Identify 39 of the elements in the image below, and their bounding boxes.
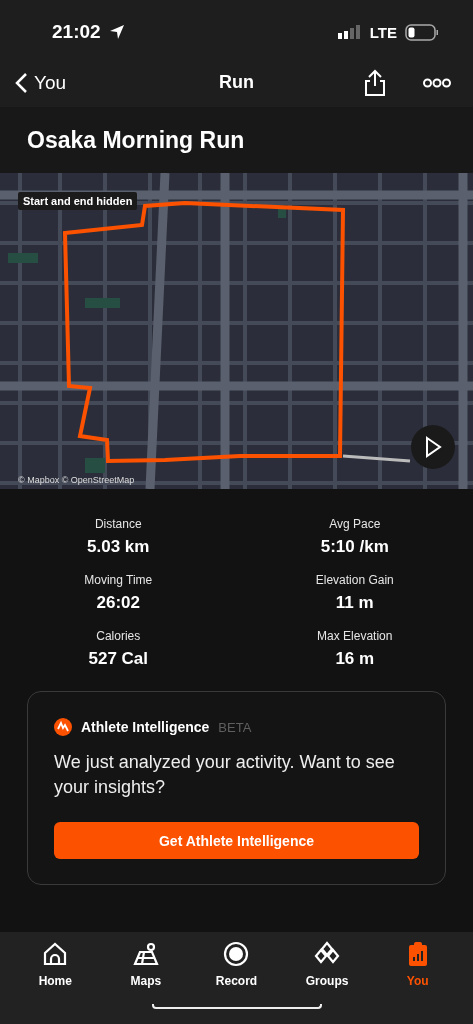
stat-value: 26:02 <box>96 593 140 613</box>
tab-item[interactable]: Record <box>196 940 277 988</box>
stat-label: Calories <box>96 629 141 643</box>
stat-label: Moving Time <box>84 573 153 587</box>
tab-item[interactable]: You <box>377 940 458 988</box>
share-icon <box>363 68 387 97</box>
more-icon <box>423 77 451 88</box>
tab-item[interactable]: Groups <box>287 940 368 988</box>
stat-value: 527 Cal <box>88 649 148 669</box>
activity-title: Osaka Morning Run <box>27 126 245 154</box>
beta-tag: BETA <box>218 719 252 735</box>
play-icon <box>424 436 442 458</box>
share-button[interactable] <box>363 68 387 97</box>
map-icon <box>131 940 160 968</box>
logo-icon <box>54 718 72 736</box>
map-attribution: © Mapbox © OpenStreetMap <box>18 475 135 485</box>
record-icon <box>222 940 251 968</box>
stat-value: 16 m <box>335 649 375 669</box>
stat-label: Avg Pace <box>329 517 381 531</box>
more-button[interactable] <box>423 77 451 88</box>
stat-value: 5.03 km <box>87 537 150 557</box>
card-title: Athlete Intelligence <box>81 719 210 735</box>
chevron-left-icon <box>14 71 28 94</box>
stat-value: 11 m <box>335 593 374 613</box>
location-arrow-icon <box>108 24 125 40</box>
stat-label: Elevation Gain <box>315 573 394 587</box>
screen-title: Run <box>219 72 254 93</box>
back-button[interactable]: You <box>14 71 67 94</box>
stat-label: Max Elevation <box>317 629 393 643</box>
stat-value: 5:10 /km <box>320 537 389 557</box>
stat-label: Distance <box>94 517 142 531</box>
status-time: 21:02 <box>52 21 101 43</box>
tab-item[interactable]: Home <box>15 940 96 988</box>
tab-item[interactable]: Maps <box>105 940 186 988</box>
map-badge: Start and end hidden <box>18 192 138 210</box>
card-text: We just analyzed your activity. Want to see your insights? <box>54 751 396 799</box>
signal-icon <box>337 25 362 39</box>
battery-icon <box>405 23 439 41</box>
network-type: LTE <box>369 23 397 41</box>
